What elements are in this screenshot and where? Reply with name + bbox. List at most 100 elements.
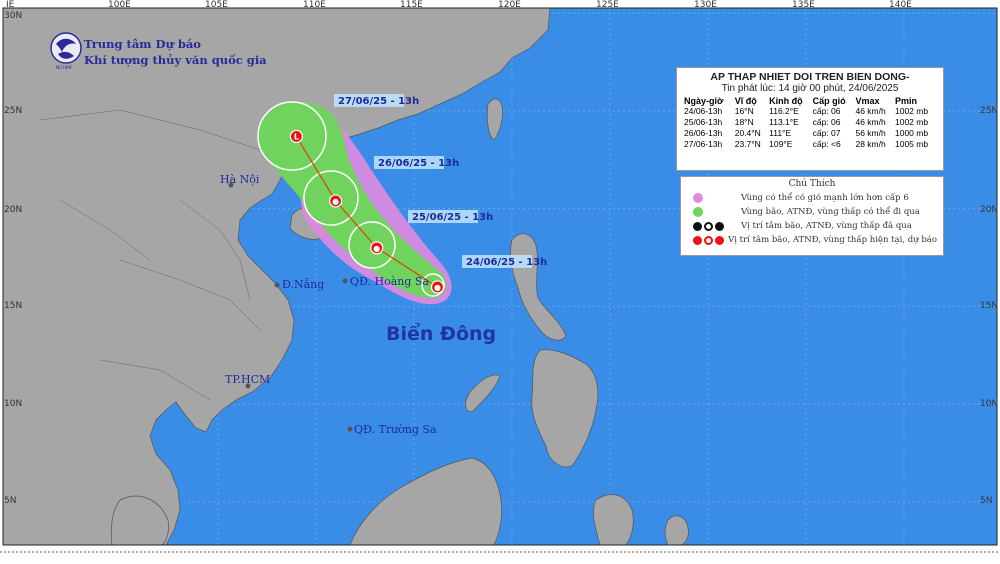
cell: cấp: 06 [812,106,841,116]
storm-info-panel: AP THAP NHIET DOI TREN BIEN DONG- Tin ph… [676,67,944,171]
legend-title: Chú Thích [788,179,836,189]
legend-item-wind: Vùng có thể có gió mạnh lớn hơn cấp 6 [687,191,937,205]
date-label-27: 27/06/25 - 13h [338,96,419,107]
legend-item-past: Vị trí tâm bão, ATNĐ, vùng thấp đã qua [687,219,937,233]
table-row: 26/06-13h 20.4°N 111°E cấp: 07 56 km/h 1… [683,128,937,139]
th-lon: Kinh độ [769,96,803,106]
past-low-icon [715,221,724,231]
cell: 26/06-13h [684,128,723,138]
x-tick: 130E [694,0,717,10]
green-dot-icon [693,207,703,217]
map-stage: ● ● ● L IE 100E 105E 110E 115E 120E 125E 13… [0,0,1000,564]
current-storm-icon [693,235,702,245]
legend-panel: Chú Thích Vùng có thể có gió mạnh lớn hơ… [680,176,944,256]
label-truongsa: QĐ. Trường Sa [354,423,437,436]
date-label-24: 24/06/25 - 13h [466,257,547,268]
legend-symbol [687,221,741,231]
x-tick: 100E [108,0,131,10]
x-tick: IE [6,0,15,10]
date-label-25: 25/06/25 - 13h [412,212,493,223]
hoangsa-dot [342,278,348,284]
date-label-26: 26/06/25 - 13h [378,158,459,169]
label-danang: Đ.Nẵng [282,278,324,291]
table-row: 24/06-13h 16°N 116.2°E cấp: 06 46 km/h 1… [683,106,937,117]
legend-text: Vùng có thể có gió mạnh lớn hơn cấp 6 [741,193,909,203]
y-tick: 15N [4,301,22,311]
cell: 1002 mb [894,106,929,116]
legend-text: Vị trí tâm bão, ATNĐ, vùng thấp đã qua [741,221,912,231]
y-tick: 20N [980,205,998,215]
y-tick: 25N [4,106,22,116]
th-time: Ngày-giờ [684,96,724,106]
y-tick: 5N [4,496,16,506]
org-name-line2: Khí tượng thủy văn quốc gia [84,53,267,67]
th-pmin: Pmin [894,96,917,106]
past-depression-icon [704,221,713,231]
track-marker-symbol: L [294,132,299,141]
info-title: AP THAP NHIET DOI TREN BIEN DONG- [710,71,910,83]
table-row: 25/06-13h 18°N 113.1°E cấp: 06 46 km/h 1… [683,117,937,128]
cell: cấp: 06 [812,117,841,127]
label-hanoi: Hà Nội [220,173,260,186]
x-tick: 115E [400,0,423,10]
org-name-line1: Trung tâm Dự báo [84,37,201,51]
cell: 46 km/h [855,106,886,116]
track-marker-symbol: ● [332,197,339,206]
x-tick: 135E [792,0,815,10]
cell: 46 km/h [855,117,886,127]
y-tick: 10N [980,399,998,409]
cell: 24/06-13h [684,106,723,116]
label-hoangsa: QĐ. Hoàng Sa [350,275,429,288]
cell: 1000 mb [894,128,929,138]
cell: 1005 mb [894,139,929,149]
sulawesi-island [593,494,634,545]
table-row: 27/06-13h 23.7°N 109°E cấp: <6 28 km/h 1… [683,139,937,150]
x-tick: 110E [303,0,326,10]
x-tick: 125E [596,0,619,10]
cell: 27/06-13h [684,139,723,149]
x-tick: 105E [205,0,228,10]
track-marker-symbol: ● [373,244,380,253]
info-issued: Tin phát lúc: 14 giờ 00 phút, 24/06/2025 [721,83,899,94]
current-depression-icon [704,235,713,245]
info-table: Ngày-giờ Vĩ độ Kinh độ Cấp gió Vmax Pmin… [683,96,937,150]
label-hcm: TP.HCM [225,373,270,386]
cell: 28 km/h [855,139,886,149]
legend-text: Vùng bão, ATNĐ, vùng thấp có thể đi qua [741,207,920,217]
legend-symbol [687,235,728,245]
table-header-row: Ngày-giờ Vĩ độ Kinh độ Cấp gió Vmax Pmin [683,96,937,106]
legend-item-zone: Vùng bão, ATNĐ, vùng thấp có thể đi qua [687,205,937,219]
th-lat: Vĩ độ [734,96,757,106]
cell: 109°E [769,139,793,149]
logo-text: NCHMF [56,65,73,71]
x-tick: 120E [498,0,521,10]
cell: 18°N [734,117,754,127]
legend-text: Vị trí tâm bão, ATNĐ, vùng thấp hiện tại… [728,235,937,245]
y-tick: 15N [980,301,998,311]
current-low-icon [715,235,724,245]
past-storm-icon [693,221,702,231]
y-tick: 25N [980,106,998,116]
cell: 116.2°E [769,106,799,116]
x-tick: 140E [889,0,912,10]
cell: 1002 mb [894,117,929,127]
pink-dot-icon [693,193,703,203]
danang-dot [274,282,280,288]
y-tick: 30N [4,11,22,21]
cell: 23.7°N [734,139,761,149]
cell: cấp: <6 [812,139,841,149]
th-vmax: Vmax [855,96,880,106]
cell: 16°N [734,106,754,116]
track-marker-symbol: ● [434,283,441,292]
cell: 20.4°N [734,128,761,138]
cell: 111°E [769,128,792,138]
legend-item-current: Vị trí tâm bão, ATNĐ, vùng thấp hiện tại… [687,233,937,247]
cell: 56 km/h [855,128,886,138]
cell: cấp: 07 [812,128,841,138]
legend-symbol [687,193,741,203]
y-tick: 10N [4,399,22,409]
y-tick: 20N [4,205,22,215]
legend-symbol [687,207,741,217]
cell: 25/06-13h [684,117,723,127]
cell: 113.1°E [769,117,799,127]
